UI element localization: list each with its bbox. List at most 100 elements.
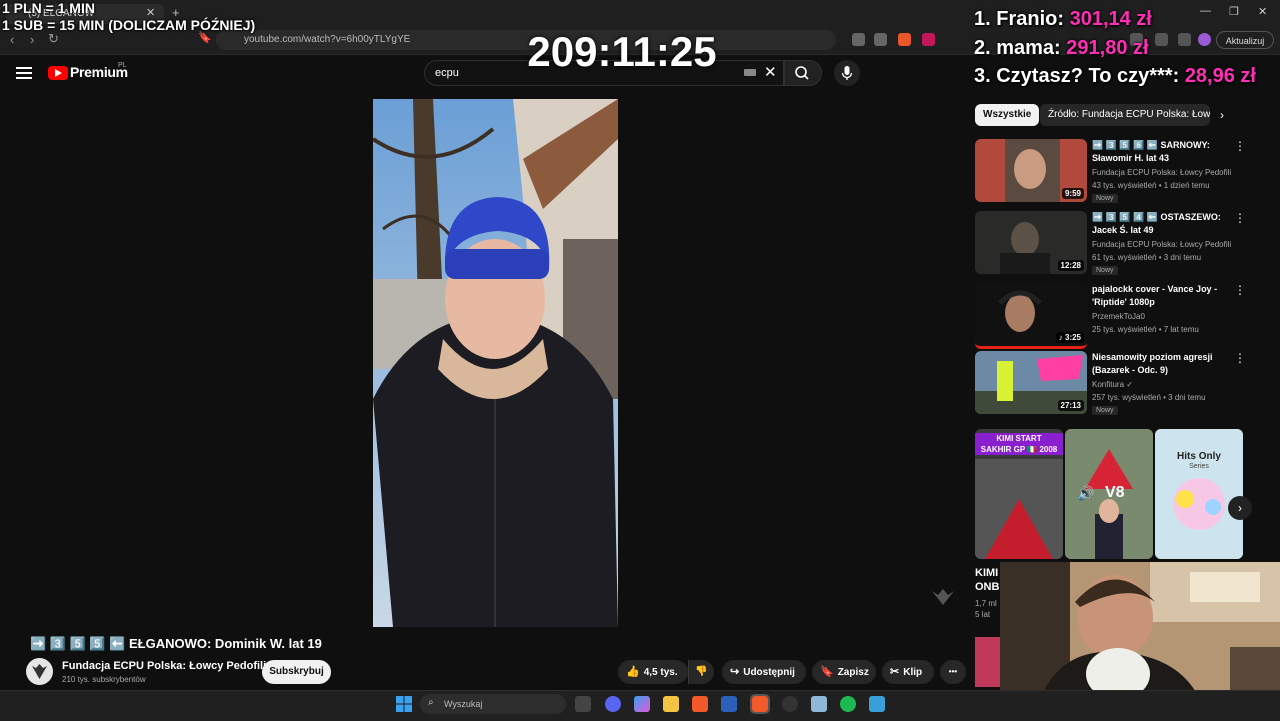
keyboard-icon[interactable] xyxy=(744,69,756,76)
thumbs-down-icon: 👎 xyxy=(695,666,708,677)
cast-icon[interactable] xyxy=(852,33,865,46)
taskbar-search[interactable]: Wyszukaj xyxy=(420,694,566,714)
spotify-icon[interactable] xyxy=(840,696,856,712)
donor-name: 1. Franio: xyxy=(974,8,1070,30)
brave-rewards-icon[interactable] xyxy=(922,33,935,46)
menu-icon[interactable] xyxy=(16,64,32,82)
brave-active-icon[interactable] xyxy=(750,694,770,714)
taskbar-search-placeholder: Wyszukaj xyxy=(444,699,483,709)
windows-start-icon[interactable] xyxy=(396,696,412,717)
shelf-item-sublabel: SAKHIR GP 🇮🇹 2008 xyxy=(975,444,1063,455)
shelf-item-label: Hits Only xyxy=(1177,451,1221,462)
leaderboard-entry: 3. Czytasz? To czy***: 28,96 zł xyxy=(974,65,1256,88)
video-duration: ♪ 3:25 xyxy=(1055,332,1084,343)
file-explorer-icon[interactable] xyxy=(663,696,679,712)
maximize-button[interactable]: ❐ xyxy=(1229,5,1239,18)
rec-thumbnail[interactable]: 27:13 xyxy=(975,351,1087,414)
obs-icon[interactable] xyxy=(782,696,798,712)
rec-thumbnail[interactable]: 9:59 xyxy=(975,139,1087,202)
dislike-button[interactable]: 👎 xyxy=(688,660,714,684)
video-duration: 12:28 xyxy=(1057,260,1084,271)
video-duration: 9:59 xyxy=(1061,188,1084,199)
microphone-icon xyxy=(841,66,853,80)
shelf-item-label: V8 xyxy=(1105,484,1125,501)
rec-channel[interactable]: Fundacja ECPU Polska: Łowcy Pedofili xyxy=(1092,168,1231,177)
forward-icon[interactable]: › xyxy=(30,32,34,47)
rec-title[interactable]: ➡️ 3️⃣ 5️⃣ 4️⃣ ⬅️ OSTASZEWO: Jacek Ś. la… xyxy=(1092,211,1222,237)
save-button[interactable]: 🔖 Zapisz xyxy=(812,660,876,684)
share-page-icon[interactable] xyxy=(874,33,887,46)
voice-search-button[interactable] xyxy=(834,60,860,86)
webcam-image xyxy=(1000,562,1280,700)
new-badge: Nowy xyxy=(1092,194,1118,203)
rec-channel[interactable]: Fundacja ECPU Polska: Łowcy Pedofili xyxy=(1092,240,1231,249)
shelf-item-label: KIMI START xyxy=(975,433,1063,444)
video-player[interactable] xyxy=(373,99,618,627)
like-button[interactable]: 👍 4,5 tys. xyxy=(618,660,688,684)
photos-icon[interactable] xyxy=(811,696,827,712)
profile-icon[interactable] xyxy=(1198,33,1211,46)
youtube-logo-icon[interactable] xyxy=(48,66,68,80)
shelf-item[interactable]: Hits Only Series xyxy=(1155,429,1243,559)
donor-amount: 28,96 zł xyxy=(1184,65,1256,87)
chip-all[interactable]: Wszystkie xyxy=(975,104,1040,126)
vpn-icon[interactable] xyxy=(1178,33,1191,46)
rec-menu-icon[interactable]: ⋮ xyxy=(1234,351,1246,365)
rec-channel[interactable]: Konfitura ✓ xyxy=(1092,380,1133,389)
shelf-item[interactable]: V8 🔊 xyxy=(1065,429,1153,559)
donor-amount: 301,14 zł xyxy=(1069,8,1152,30)
channel-name[interactable]: Fundacja ECPU Polska: Łowcy Pedofili xyxy=(62,660,266,672)
channel-avatar[interactable] xyxy=(26,658,53,685)
shelf-item[interactable]: KIMI START SAKHIR GP 🇮🇹 2008 xyxy=(975,429,1063,559)
donor-name: 2. mama: xyxy=(974,37,1067,59)
share-button[interactable]: ↪ Udostępnij xyxy=(722,660,806,684)
webcam-overlay xyxy=(1000,562,1280,700)
shelf-item-sublabel: Series xyxy=(1189,463,1209,470)
extensions-puzzle-icon[interactable] xyxy=(1155,33,1168,46)
subscribe-button[interactable]: Subskrybuj xyxy=(262,660,331,684)
back-icon[interactable]: ‹ xyxy=(10,32,14,47)
chip-source[interactable]: Źródło: Fundacja ECPU Polska: Łowcy xyxy=(1040,104,1210,126)
rec-menu-icon[interactable]: ⋮ xyxy=(1234,211,1246,225)
discord-icon[interactable] xyxy=(605,696,621,712)
rec-title[interactable]: Niesamowity poziom agresji (Bazarek - Od… xyxy=(1092,351,1222,377)
search-icon xyxy=(795,66,809,80)
brave-browser-icon[interactable] xyxy=(692,696,708,712)
close-window-button[interactable]: ✕ xyxy=(1258,5,1267,18)
shelf-next-icon[interactable]: › xyxy=(1228,496,1252,520)
clear-search-icon[interactable]: ✕ xyxy=(764,63,777,81)
rec-title[interactable]: pajalockk cover - Vance Joy - 'Riptide' … xyxy=(1092,283,1222,309)
rec-menu-icon[interactable]: ⋮ xyxy=(1234,139,1246,153)
volume-icon: 🔊 xyxy=(1077,485,1095,501)
rec-title[interactable]: ➡️ 3️⃣ 5️⃣ 6️⃣ ⬅️ SARNOWY: Sławomir H. l… xyxy=(1092,139,1222,165)
chevron-right-icon[interactable]: › xyxy=(1220,108,1224,122)
url-text: youtube.com/watch?v=6h00yTLYgYE xyxy=(244,34,411,45)
clip-label: Klip xyxy=(903,667,923,678)
share-label: Udostępnij xyxy=(743,667,795,678)
bookmark-save-icon: 🔖 xyxy=(820,666,834,678)
rec-channel[interactable]: PrzemekToJa0 xyxy=(1092,312,1145,321)
rec-meta: 43 tys. wyświetleń • 1 dzień temu xyxy=(1092,181,1210,190)
video-duration: 27:13 xyxy=(1057,400,1084,411)
more-actions-button[interactable]: ••• xyxy=(940,660,966,684)
task-view-icon[interactable] xyxy=(575,696,591,712)
store-icon[interactable] xyxy=(721,696,737,712)
leaderboard-entry: 2. mama: 291,80 zł xyxy=(974,37,1149,60)
notepad-icon[interactable] xyxy=(869,696,885,712)
shelf-thumbnail[interactable] xyxy=(975,637,1001,687)
donor-amount: 291,80 zł xyxy=(1066,37,1149,59)
rec-thumbnail[interactable]: ♪ 3:25 xyxy=(975,283,1087,349)
rec-thumbnail[interactable]: 12:28 xyxy=(975,211,1087,274)
scissors-icon: ✂ xyxy=(890,666,900,678)
clip-button[interactable]: ✂ Klip xyxy=(882,660,934,684)
search-button[interactable] xyxy=(784,60,822,86)
update-button[interactable]: Aktualizuj xyxy=(1216,31,1274,49)
video-title: ➡️ 3️⃣ 5️⃣ 5️⃣ ⬅️ EŁGANOWO: Dominik W. l… xyxy=(30,636,322,651)
rec-menu-icon[interactable]: ⋮ xyxy=(1234,283,1246,297)
minimize-button[interactable]: — xyxy=(1200,5,1211,17)
brave-shield-icon[interactable] xyxy=(898,33,911,46)
channel-watermark-icon[interactable] xyxy=(930,587,956,607)
new-badge: Nowy xyxy=(1092,266,1118,275)
copilot-icon[interactable] xyxy=(634,696,650,712)
reload-icon[interactable]: ↻ xyxy=(48,31,59,47)
